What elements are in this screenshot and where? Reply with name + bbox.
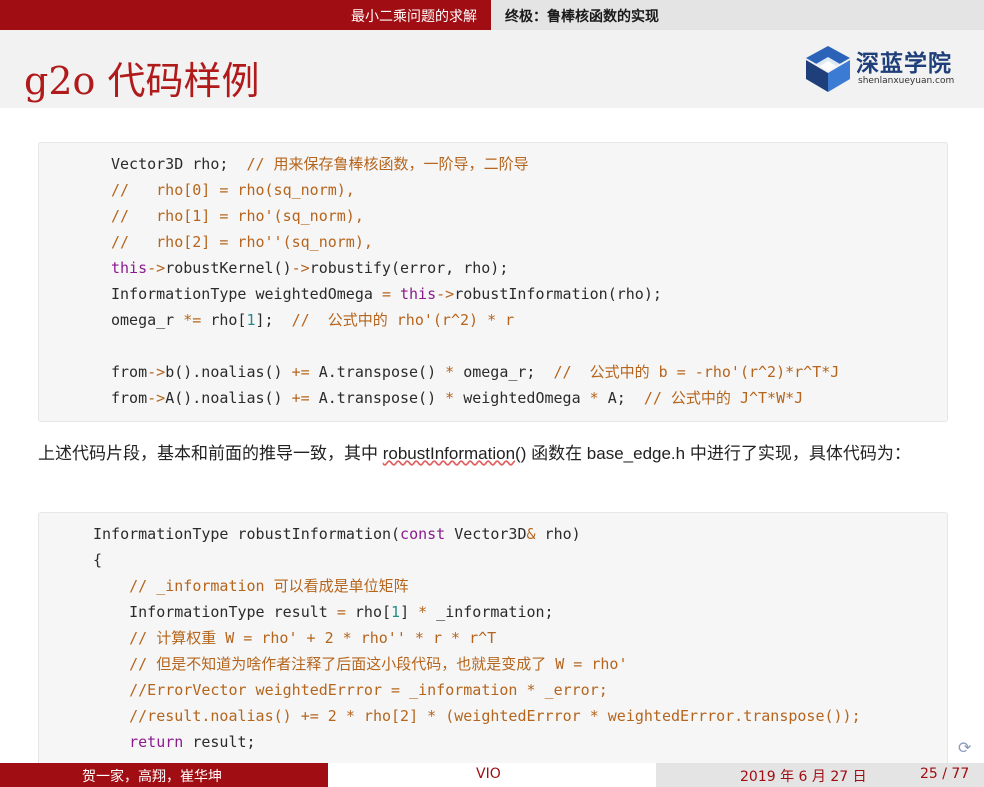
- code2-line: //result.noalias() += 2 * rho[2] * (weig…: [129, 707, 861, 725]
- footer-page-number: 25 / 77: [920, 766, 970, 782]
- code-block-1: Vector3D rho; // 用来保存鲁棒核函数，一阶导，二阶导 // rho…: [38, 142, 948, 422]
- code2-line: {: [93, 551, 103, 569]
- code-block-1-content: Vector3D rho; // 用来保存鲁棒核函数，一阶导，二阶导 // rho…: [111, 151, 839, 411]
- code2-line: InformationType robustInformation(const …: [93, 525, 581, 543]
- paragraph-after: () 函数在 base_edge.h 中进行了实现，具体代码为：: [515, 444, 911, 463]
- paragraph-before: 上述代码片段，基本和前面的推导一致，其中: [38, 444, 383, 463]
- footer-date: 2019 年 6 月 27 日: [740, 769, 867, 785]
- code1-line: // rho[0] = rho(sq_norm),: [111, 181, 355, 199]
- footer-authors-panel: 贺一家，高翔，崔华坤: [0, 763, 328, 787]
- code1-line: // rho[1] = rho'(sq_norm),: [111, 207, 364, 225]
- code1-line: // rho[2] = rho''(sq_norm),: [111, 233, 373, 251]
- footer-short-title: VIO: [476, 766, 501, 782]
- nav-section-panel: 最小二乘问题的求解: [0, 0, 491, 30]
- logo: 深蓝学院 shenlanxueyuan.com: [806, 44, 966, 94]
- code2-line: //ErrorVector weightedErrror = _informat…: [129, 681, 608, 699]
- nav-subsection-panel: 终极：鲁棒核函数的实现: [491, 0, 984, 30]
- code1-line: omega_r *= rho[1]; // 公式中的 rho'(r^2) * r: [111, 311, 515, 329]
- footer-title-panel: VIO: [328, 763, 656, 787]
- code2-line: // 但是不知道为啥作者注释了后面这小段代码，也就是变成了 W = rho': [129, 655, 628, 673]
- body-paragraph: 上述代码片段，基本和前面的推导一致，其中 robustInformation()…: [38, 440, 938, 468]
- refresh-icon[interactable]: ⟳: [958, 738, 971, 757]
- code2-line: return result;: [129, 733, 256, 751]
- code2-line: // 计算权重 W = rho' + 2 * rho'' * r * r^T: [129, 629, 497, 647]
- code1-line: from->A().noalias() += A.transpose() * w…: [111, 389, 804, 407]
- footer-authors: 贺一家，高翔，崔华坤: [82, 769, 222, 785]
- code-block-2-content: InformationType robustInformation(const …: [93, 521, 861, 755]
- footer-bar: 贺一家，高翔，崔华坤 VIO 2019 年 6 月 27 日 25 / 77: [0, 763, 984, 787]
- code1-line: this->robustKernel()->robustify(error, r…: [111, 259, 509, 277]
- top-nav-bar: 最小二乘问题的求解 终极：鲁棒核函数的实现: [0, 0, 984, 30]
- nav-subsection-link[interactable]: 终极：鲁棒核函数的实现: [505, 6, 659, 26]
- logo-text: 深蓝学院: [856, 51, 952, 77]
- code1-line: Vector3D rho; // 用来保存鲁棒核函数，一阶导，二阶导: [111, 155, 529, 173]
- logo-domain: shenlanxueyuan.com: [858, 76, 955, 86]
- slide-title: g2o 代码样例: [24, 59, 260, 103]
- title-band: g2o 代码样例 深蓝学院 shenlanxueyuan.com: [0, 30, 984, 108]
- paragraph-highlight: robustInformation: [382, 444, 516, 463]
- code1-line: from->b().noalias() += A.transpose() * o…: [111, 363, 840, 381]
- code2-line: InformationType result = rho[1] * _infor…: [93, 603, 554, 621]
- logo-icon: [806, 46, 850, 92]
- code2-line: // _information 可以看成是单位矩阵: [129, 577, 409, 595]
- code-block-2: InformationType robustInformation(const …: [38, 512, 948, 774]
- nav-section-link[interactable]: 最小二乘问题的求解: [351, 6, 477, 26]
- code1-line: InformationType weightedOmega = this->ro…: [111, 285, 662, 303]
- footer-date-panel: 2019 年 6 月 27 日 25 / 77: [656, 763, 984, 787]
- code1-line: [111, 333, 839, 359]
